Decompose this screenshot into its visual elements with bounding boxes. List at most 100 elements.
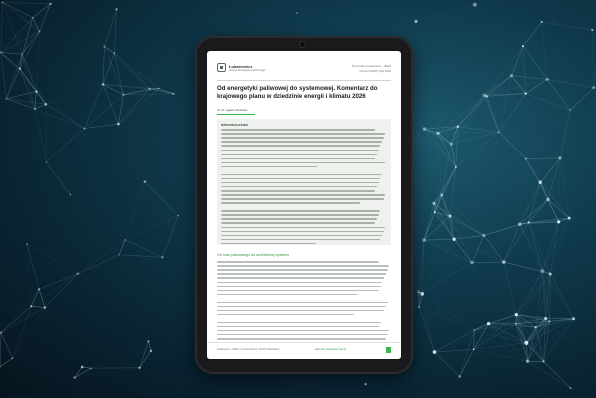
- summary-box: WPROWADZENIE: [217, 119, 391, 245]
- network-node: [540, 269, 545, 273]
- network-link: [424, 128, 452, 145]
- network-link: [36, 31, 40, 92]
- network-node: [458, 375, 462, 378]
- network-link: [511, 46, 524, 76]
- network-link: [424, 95, 484, 129]
- network-link: [535, 318, 574, 328]
- network-node: [514, 322, 517, 325]
- footer-address: Łukasiewicz – IREN | ul. Dworcowa 12, 00…: [217, 348, 280, 351]
- network-node: [89, 367, 92, 370]
- text-line: [221, 202, 361, 204]
- network-link: [27, 195, 71, 244]
- network-link: [124, 181, 146, 240]
- network-link: [543, 318, 574, 362]
- network-link: [522, 21, 542, 47]
- tablet-device: Łukasiewicz Instytut Energetyki i Techno…: [195, 36, 413, 374]
- network-link: [422, 262, 473, 295]
- text-line: [221, 194, 386, 196]
- network-node: [534, 326, 537, 329]
- network-node: [161, 256, 164, 259]
- network-node: [558, 156, 562, 160]
- network-link: [503, 262, 517, 324]
- network-link: [21, 54, 36, 109]
- network-link: [457, 126, 499, 133]
- network-link: [472, 263, 516, 315]
- text-line: [217, 285, 381, 288]
- network-node: [449, 142, 453, 146]
- network-link: [437, 131, 499, 134]
- network-link: [423, 239, 473, 263]
- text-line: [217, 281, 383, 283]
- text-line: [217, 313, 355, 316]
- header-divider: [217, 80, 391, 81]
- network-link: [541, 21, 548, 80]
- network-link: [26, 243, 79, 275]
- network-link: [519, 217, 570, 225]
- text-line: [217, 301, 388, 304]
- network-link: [542, 270, 574, 319]
- network-link: [437, 133, 452, 145]
- network-link: [418, 307, 435, 353]
- text-line: [217, 265, 390, 267]
- network-link: [437, 133, 443, 195]
- footer-link[interactable]: https://iren.lukasiewicz.gov.pl: [315, 348, 346, 351]
- network-node: [101, 83, 105, 86]
- network-node: [73, 376, 76, 379]
- network-link: [148, 341, 152, 351]
- network-link: [102, 46, 105, 85]
- network-link: [473, 329, 475, 350]
- network-node: [498, 131, 500, 134]
- network-link: [104, 9, 117, 47]
- network-node: [148, 87, 151, 90]
- network-node: [540, 20, 543, 23]
- network-link: [503, 261, 543, 272]
- network-link: [21, 53, 47, 105]
- network-link: [51, 4, 117, 10]
- network-link: [540, 157, 561, 183]
- network-link: [486, 45, 524, 97]
- text-line: [221, 173, 383, 176]
- network-link: [549, 217, 570, 275]
- summary-label: WPROWADZENIE: [221, 123, 249, 127]
- network-node: [538, 180, 543, 185]
- network-link: [460, 361, 528, 376]
- network-link: [34, 91, 37, 109]
- network-link: [84, 84, 104, 129]
- network-node: [473, 329, 475, 331]
- network-link: [526, 88, 594, 94]
- network-node: [172, 92, 175, 95]
- network-link: [522, 45, 548, 80]
- network-link: [0, 52, 20, 69]
- network-link: [2, 2, 51, 5]
- network-node: [38, 30, 41, 33]
- network-link: [549, 221, 559, 275]
- text-line: [221, 198, 384, 200]
- network-link: [526, 342, 571, 389]
- network-link: [542, 221, 559, 272]
- network-link: [559, 110, 571, 158]
- network-link: [526, 110, 570, 158]
- network-link: [484, 79, 547, 95]
- network-node: [37, 288, 41, 291]
- network-link: [118, 93, 174, 125]
- network-link: [424, 126, 458, 130]
- network-node: [414, 19, 418, 24]
- network-node: [43, 306, 47, 309]
- network-link: [144, 181, 179, 216]
- text-line: [217, 329, 390, 332]
- network-node: [482, 233, 486, 238]
- network-link: [471, 262, 489, 324]
- network-link: [421, 239, 455, 294]
- network-node: [124, 239, 126, 241]
- accent-bar: [217, 114, 255, 116]
- network-link: [0, 52, 7, 99]
- network-link: [125, 239, 163, 258]
- network-node: [35, 90, 38, 93]
- text-line: [217, 289, 379, 292]
- network-node: [26, 243, 28, 245]
- network-link: [34, 108, 47, 162]
- text-line: [217, 321, 381, 324]
- network-link: [2, 2, 33, 18]
- network-link: [415, 4, 475, 22]
- text-line: [221, 133, 386, 135]
